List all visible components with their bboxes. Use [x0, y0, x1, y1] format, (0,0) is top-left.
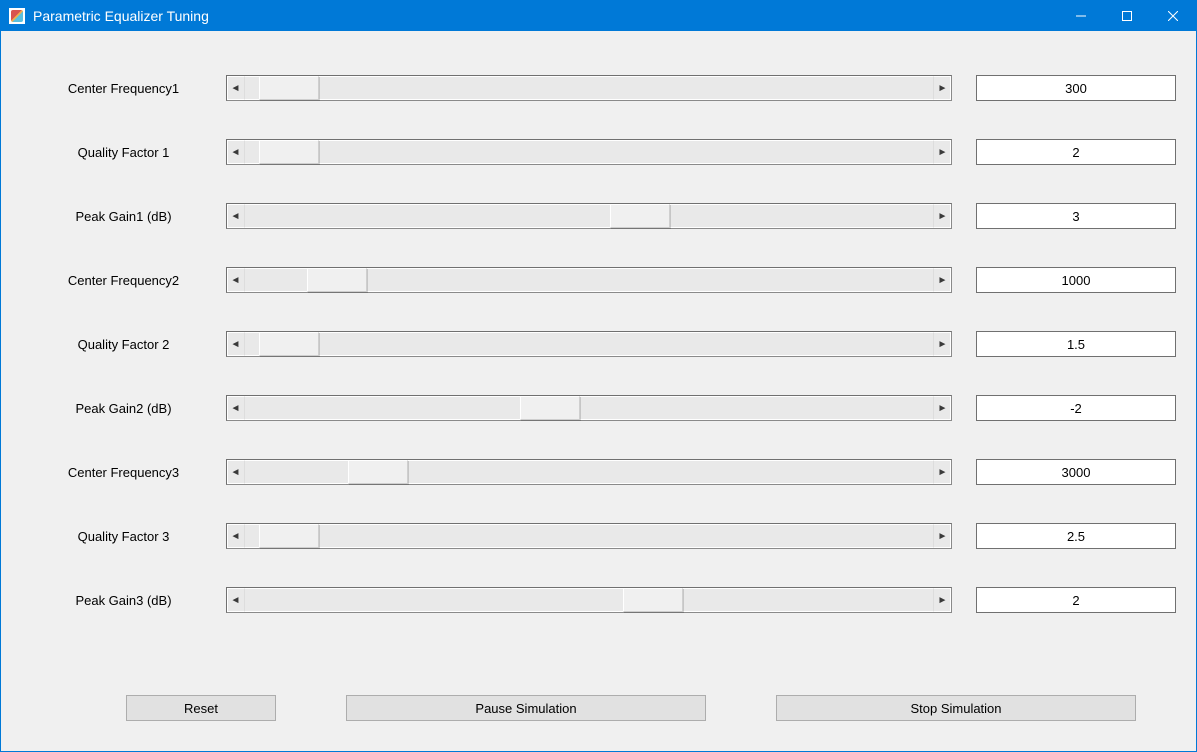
- footer: Reset Pause Simulation Stop Simulation: [1, 695, 1196, 721]
- arrow-left-icon[interactable]: ◄: [227, 460, 245, 484]
- arrow-left-icon[interactable]: ◄: [227, 204, 245, 228]
- slider-thumb[interactable]: [259, 332, 319, 356]
- slider-thumb[interactable]: [259, 76, 319, 100]
- param-row: Peak Gain2 (dB) ◄ ► -2: [21, 395, 1176, 421]
- slider-track[interactable]: [245, 588, 933, 612]
- param-label: Center Frequency1: [21, 81, 226, 96]
- arrow-right-icon[interactable]: ►: [933, 140, 951, 164]
- titlebar: Parametric Equalizer Tuning: [1, 1, 1196, 31]
- arrow-left-icon[interactable]: ◄: [227, 76, 245, 100]
- slider-thumb[interactable]: [259, 524, 319, 548]
- param-label: Center Frequency2: [21, 273, 226, 288]
- param-label: Peak Gain3 (dB): [21, 593, 226, 608]
- slider-track[interactable]: [245, 332, 933, 356]
- param-row: Center Frequency1 ◄ ► 300: [21, 75, 1176, 101]
- reset-button[interactable]: Reset: [126, 695, 276, 721]
- content-area: Center Frequency1 ◄ ► 300 Quality Factor…: [1, 31, 1196, 751]
- arrow-left-icon[interactable]: ◄: [227, 332, 245, 356]
- close-button[interactable]: [1150, 1, 1196, 31]
- param-row: Center Frequency2 ◄ ► 1000: [21, 267, 1176, 293]
- slider-thumb[interactable]: [259, 140, 319, 164]
- arrow-right-icon[interactable]: ►: [933, 524, 951, 548]
- arrow-left-icon[interactable]: ◄: [227, 140, 245, 164]
- stop-simulation-button[interactable]: Stop Simulation: [776, 695, 1136, 721]
- value-input[interactable]: 2: [976, 587, 1176, 613]
- arrow-right-icon[interactable]: ►: [933, 332, 951, 356]
- slider-track[interactable]: [245, 76, 933, 100]
- value-input[interactable]: 300: [976, 75, 1176, 101]
- param-row: Quality Factor 3 ◄ ► 2.5: [21, 523, 1176, 549]
- param-row: Quality Factor 2 ◄ ► 1.5: [21, 331, 1176, 357]
- slider-thumb[interactable]: [623, 588, 683, 612]
- arrow-left-icon[interactable]: ◄: [227, 588, 245, 612]
- arrow-left-icon[interactable]: ◄: [227, 268, 245, 292]
- slider[interactable]: ◄ ►: [226, 75, 952, 101]
- param-label: Quality Factor 1: [21, 145, 226, 160]
- value-input[interactable]: 3000: [976, 459, 1176, 485]
- slider[interactable]: ◄ ►: [226, 587, 952, 613]
- slider-track[interactable]: [245, 268, 933, 292]
- param-label: Center Frequency3: [21, 465, 226, 480]
- app-window: Parametric Equalizer Tuning Center Frequ…: [0, 0, 1197, 752]
- slider[interactable]: ◄ ►: [226, 139, 952, 165]
- arrow-left-icon[interactable]: ◄: [227, 524, 245, 548]
- slider-thumb[interactable]: [520, 396, 580, 420]
- param-row: Center Frequency3 ◄ ► 3000: [21, 459, 1176, 485]
- slider-track[interactable]: [245, 204, 933, 228]
- slider[interactable]: ◄ ►: [226, 523, 952, 549]
- param-label: Quality Factor 3: [21, 529, 226, 544]
- arrow-right-icon[interactable]: ►: [933, 588, 951, 612]
- arrow-right-icon[interactable]: ►: [933, 460, 951, 484]
- param-label: Quality Factor 2: [21, 337, 226, 352]
- slider-thumb[interactable]: [307, 268, 367, 292]
- window-title: Parametric Equalizer Tuning: [33, 8, 209, 24]
- slider[interactable]: ◄ ►: [226, 459, 952, 485]
- arrow-right-icon[interactable]: ►: [933, 396, 951, 420]
- slider[interactable]: ◄ ►: [226, 203, 952, 229]
- param-row: Peak Gain1 (dB) ◄ ► 3: [21, 203, 1176, 229]
- slider-thumb[interactable]: [610, 204, 670, 228]
- slider[interactable]: ◄ ►: [226, 267, 952, 293]
- param-label: Peak Gain2 (dB): [21, 401, 226, 416]
- param-row: Quality Factor 1 ◄ ► 2: [21, 139, 1176, 165]
- slider-track[interactable]: [245, 460, 933, 484]
- value-input[interactable]: 1.5: [976, 331, 1176, 357]
- value-input[interactable]: 2: [976, 139, 1176, 165]
- value-input[interactable]: 2.5: [976, 523, 1176, 549]
- arrow-left-icon[interactable]: ◄: [227, 396, 245, 420]
- arrow-right-icon[interactable]: ►: [933, 204, 951, 228]
- minimize-button[interactable]: [1058, 1, 1104, 31]
- slider[interactable]: ◄ ►: [226, 395, 952, 421]
- arrow-right-icon[interactable]: ►: [933, 268, 951, 292]
- value-input[interactable]: -2: [976, 395, 1176, 421]
- pause-simulation-button[interactable]: Pause Simulation: [346, 695, 706, 721]
- param-label: Peak Gain1 (dB): [21, 209, 226, 224]
- value-input[interactable]: 1000: [976, 267, 1176, 293]
- app-icon: [9, 8, 25, 24]
- value-input[interactable]: 3: [976, 203, 1176, 229]
- slider-track[interactable]: [245, 140, 933, 164]
- slider-thumb[interactable]: [348, 460, 408, 484]
- slider[interactable]: ◄ ►: [226, 331, 952, 357]
- slider-track[interactable]: [245, 396, 933, 420]
- slider-track[interactable]: [245, 524, 933, 548]
- arrow-right-icon[interactable]: ►: [933, 76, 951, 100]
- param-row: Peak Gain3 (dB) ◄ ► 2: [21, 587, 1176, 613]
- maximize-button[interactable]: [1104, 1, 1150, 31]
